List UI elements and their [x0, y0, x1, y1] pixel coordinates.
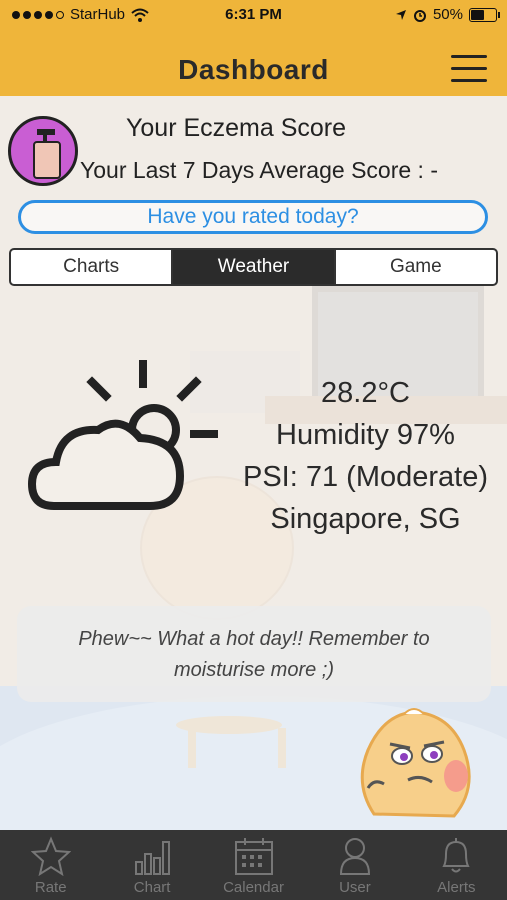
user-icon [339, 838, 370, 875]
tabbar-rate[interactable]: Rate [0, 830, 101, 900]
segment-tabs: Charts Weather Game [9, 248, 498, 286]
psi-reading: PSI: 71 (Moderate) [243, 461, 488, 493]
tabbar-user-label: User [339, 879, 371, 896]
location: Singapore, SG [270, 503, 461, 535]
weather-info: 28.2°C Humidity 97% PSI: 71 (Moderate) S… [228, 372, 503, 540]
battery-icon [469, 7, 500, 22]
battery-percent: 50% [432, 6, 463, 23]
tabbar-user[interactable]: User [304, 830, 405, 900]
bell-icon [442, 838, 470, 873]
weather-message: Phew~~ What a hot day!! Remember to mois… [17, 606, 491, 702]
tabbar-chart[interactable]: Chart [101, 830, 202, 900]
tabbar-rate-label: Rate [34, 879, 67, 896]
alarm-icon [413, 9, 426, 22]
bar-chart-icon [135, 841, 171, 875]
temperature: 28.2°C [321, 377, 410, 409]
average-score: Your Last 7 Days Average Score : - [80, 157, 438, 183]
tabbar-alerts[interactable]: Alerts [406, 830, 507, 900]
status-bar: StarHub 6:31 PM 50% [0, 0, 507, 30]
location-arrow-icon [395, 9, 406, 20]
tabbar-chart-label: Chart [133, 879, 171, 896]
score-title: Your Eczema Score [126, 114, 347, 142]
tab-charts[interactable]: Charts [11, 250, 171, 284]
tab-weather[interactable]: Weather [171, 250, 334, 284]
tabbar-alerts-label: Alerts [437, 879, 476, 896]
tabbar-calendar-label: Calendar [223, 879, 284, 896]
mascot-character [360, 708, 471, 818]
calendar-icon [234, 838, 273, 875]
menu-button[interactable] [451, 55, 487, 83]
lotion-avatar-icon [8, 116, 78, 186]
message-line-1: Phew~~ What a hot day!! Remember to [78, 628, 430, 650]
header-bar: StarHub 6:31 PM 50% Dashboard [0, 0, 507, 96]
tab-game[interactable]: Game [333, 250, 496, 284]
tabbar-calendar[interactable]: Calendar [203, 830, 304, 900]
rate-today-button[interactable]: Have you rated today? [18, 200, 488, 234]
hamburger-icon [451, 55, 487, 58]
partly-cloudy-icon [27, 360, 218, 510]
humidity: Humidity 97% [276, 419, 455, 451]
message-line-2: moisturise more ;) [173, 659, 335, 681]
bottom-tab-bar: Rate Chart Calendar User Alerts [0, 830, 507, 900]
page-title: Dashboard [178, 54, 329, 85]
star-icon [30, 836, 71, 876]
